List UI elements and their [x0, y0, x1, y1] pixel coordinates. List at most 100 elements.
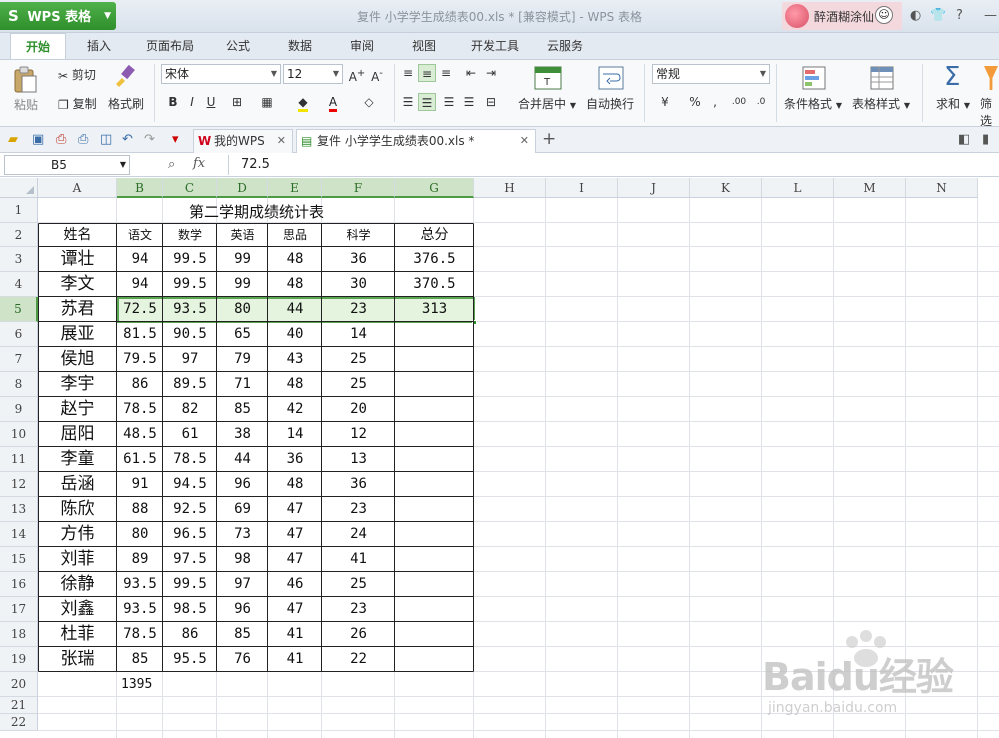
- score-cell[interactable]: 36: [268, 447, 322, 472]
- undo-icon[interactable]: ↶: [122, 132, 133, 147]
- decrease-decimal-icon[interactable]: .0: [752, 93, 770, 111]
- score-cell[interactable]: [395, 447, 474, 472]
- score-cell[interactable]: 23: [322, 297, 395, 322]
- tab-cloud[interactable]: 云服务: [540, 33, 590, 59]
- format-painter-button[interactable]: 格式刷: [108, 95, 144, 112]
- student-name-cell[interactable]: 徐静: [38, 572, 117, 597]
- select-all-corner[interactable]: [0, 178, 38, 198]
- score-cell[interactable]: 94: [117, 247, 163, 272]
- column-header-i[interactable]: I: [546, 178, 618, 198]
- score-cell[interactable]: 25: [322, 572, 395, 597]
- print-icon[interactable]: ⎙: [78, 132, 88, 147]
- student-name-cell[interactable]: 展亚: [38, 322, 117, 347]
- score-cell[interactable]: 99.5: [163, 247, 217, 272]
- score-cell[interactable]: 97.5: [163, 547, 217, 572]
- student-name-cell[interactable]: 李童: [38, 447, 117, 472]
- score-cell[interactable]: [395, 597, 474, 622]
- score-cell[interactable]: 86: [117, 372, 163, 397]
- save-icon[interactable]: ▣: [32, 132, 44, 147]
- student-name-cell[interactable]: 刘菲: [38, 547, 117, 572]
- column-header-a[interactable]: A: [38, 178, 117, 198]
- score-cell[interactable]: [395, 347, 474, 372]
- tab-home[interactable]: 开始: [10, 33, 66, 59]
- indent-decrease-icon[interactable]: ⇤: [462, 64, 480, 82]
- score-cell[interactable]: 376.5: [395, 247, 474, 272]
- column-header-n[interactable]: N: [906, 178, 978, 198]
- score-cell[interactable]: 41: [322, 547, 395, 572]
- zoom-icon[interactable]: ⌕: [168, 157, 175, 172]
- redo-icon[interactable]: ↷: [144, 132, 155, 147]
- export-pdf-icon[interactable]: ⎙: [56, 132, 66, 147]
- conditional-format-button[interactable]: 条件格式 ▼: [784, 95, 842, 112]
- row-header-1[interactable]: 1: [0, 198, 38, 223]
- customize-icon[interactable]: ▾: [172, 132, 179, 147]
- header-cell[interactable]: 英语: [217, 223, 268, 247]
- header-cell[interactable]: 姓名: [38, 223, 117, 247]
- score-cell[interactable]: [395, 397, 474, 422]
- score-cell[interactable]: 85: [217, 622, 268, 647]
- score-cell[interactable]: 23: [322, 597, 395, 622]
- row-header-16[interactable]: 16: [0, 572, 38, 597]
- cut-button[interactable]: ✂ 剪切: [58, 66, 96, 83]
- table-title[interactable]: 第二学期成绩统计表: [39, 200, 474, 225]
- score-cell[interactable]: 99.5: [163, 272, 217, 297]
- column-header-g[interactable]: G: [395, 178, 474, 198]
- score-cell[interactable]: 14: [322, 322, 395, 347]
- tab-view[interactable]: 视图: [402, 33, 446, 59]
- table-style-icon[interactable]: [870, 66, 894, 93]
- score-cell[interactable]: 82: [163, 397, 217, 422]
- score-cell[interactable]: 97: [163, 347, 217, 372]
- score-cell[interactable]: 95.5: [163, 647, 217, 672]
- student-name-cell[interactable]: 陈欣: [38, 497, 117, 522]
- column-header-m[interactable]: M: [834, 178, 906, 198]
- filter-button[interactable]: 筛选: [980, 95, 999, 129]
- score-cell[interactable]: 47: [268, 547, 322, 572]
- table-style-button[interactable]: 表格样式 ▼: [852, 95, 910, 112]
- score-cell[interactable]: 78.5: [117, 397, 163, 422]
- score-cell[interactable]: [395, 522, 474, 547]
- close-icon[interactable]: ✕: [520, 130, 529, 152]
- font-name-select[interactable]: 宋体 ▼: [161, 64, 281, 84]
- row-header-22[interactable]: 22: [0, 714, 38, 731]
- align-left-icon[interactable]: ☰: [399, 93, 417, 111]
- score-cell[interactable]: 30: [322, 272, 395, 297]
- header-cell[interactable]: 思品: [268, 223, 322, 247]
- column-header-f[interactable]: F: [322, 178, 395, 198]
- score-cell[interactable]: [395, 472, 474, 497]
- score-cell[interactable]: 92.5: [163, 497, 217, 522]
- smiley-icon[interactable]: ☺: [875, 6, 893, 24]
- header-cell[interactable]: 总分: [395, 223, 474, 247]
- column-header-e[interactable]: E: [268, 178, 322, 198]
- student-name-cell[interactable]: 张瑞: [38, 647, 117, 672]
- column-header-d[interactable]: D: [217, 178, 268, 198]
- score-cell[interactable]: 48: [268, 472, 322, 497]
- score-cell[interactable]: 36: [322, 247, 395, 272]
- score-cell[interactable]: 20: [322, 397, 395, 422]
- score-cell[interactable]: 61: [163, 422, 217, 447]
- score-cell[interactable]: 96.5: [163, 522, 217, 547]
- score-cell[interactable]: [395, 622, 474, 647]
- score-cell[interactable]: 24: [322, 522, 395, 547]
- column-header-b[interactable]: B: [117, 178, 163, 198]
- score-cell[interactable]: 38: [217, 422, 268, 447]
- header-cell[interactable]: 科学: [322, 223, 395, 247]
- score-cell[interactable]: 25: [322, 347, 395, 372]
- score-cell[interactable]: 88: [117, 497, 163, 522]
- row-header-6[interactable]: 6: [0, 322, 38, 347]
- score-cell[interactable]: 13: [322, 447, 395, 472]
- conditional-format-icon[interactable]: [802, 66, 826, 93]
- score-cell[interactable]: 99.5: [163, 572, 217, 597]
- row-header-8[interactable]: 8: [0, 372, 38, 397]
- tab-developer[interactable]: 开发工具: [464, 33, 526, 59]
- close-icon[interactable]: ✕: [277, 130, 286, 152]
- wrap-text-icon[interactable]: [598, 66, 624, 93]
- score-cell[interactable]: 90.5: [163, 322, 217, 347]
- row-header-17[interactable]: 17: [0, 597, 38, 622]
- align-top-icon[interactable]: ≡: [399, 64, 417, 82]
- score-cell[interactable]: [395, 422, 474, 447]
- shirt-icon[interactable]: 👕: [930, 8, 946, 23]
- column-header-c[interactable]: C: [163, 178, 217, 198]
- function-icon[interactable]: fx: [193, 156, 205, 171]
- row-header-5[interactable]: 5: [0, 297, 38, 322]
- score-cell[interactable]: 44: [217, 447, 268, 472]
